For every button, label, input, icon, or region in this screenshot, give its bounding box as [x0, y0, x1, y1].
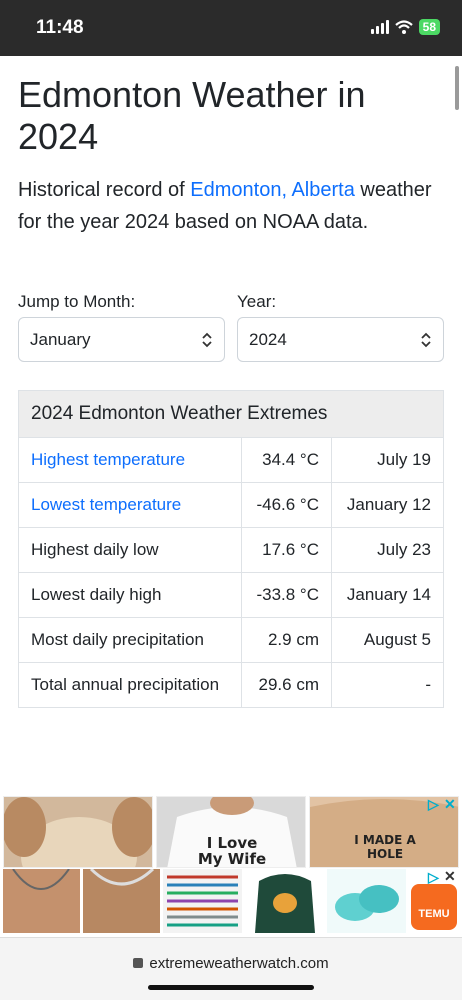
extreme-date: August 5 [363, 630, 431, 649]
extreme-date: January 14 [346, 585, 431, 604]
edmonton-alberta-link[interactable]: Edmonton, Alberta [190, 179, 355, 201]
wifi-icon [394, 20, 413, 34]
temu-logo[interactable]: TEMU [411, 884, 457, 930]
weather-extremes-table: 2024 Edmonton Weather Extremes Highest t… [18, 390, 444, 708]
battery-icon: 58 [418, 19, 440, 35]
status-time-overlay: 11:48 [36, 17, 84, 38]
ad-image-shapewear[interactable] [3, 796, 153, 868]
year-label: Year: [237, 292, 277, 311]
ad-image-chain[interactable] [83, 869, 160, 933]
extreme-date: January 12 [346, 495, 431, 514]
table-row: Lowest temperature -46.6 °C January 12 [19, 483, 443, 528]
ad-image-hoodie[interactable] [245, 869, 324, 933]
cellular-signal-icon [370, 20, 389, 34]
extreme-label: Highest daily low [19, 528, 242, 572]
extreme-label: Most daily precipitation [19, 618, 242, 662]
status-bar-overlay: 11:48 58 [0, 0, 462, 56]
browser-address-bar[interactable]: extremeweatherwatch.com [0, 937, 462, 1000]
page-title: Edmonton Weather in 2024 [18, 74, 366, 157]
ad-image-necklace[interactable] [3, 869, 80, 933]
table-row: Highest daily low 17.6 °C July 23 [19, 528, 443, 573]
table-row: Most daily precipitation 2.9 cm August 5 [19, 618, 443, 663]
scrollbar-thumb[interactable] [455, 66, 459, 110]
status-icons-overlay: 58 [370, 19, 440, 35]
extreme-date: July 19 [377, 450, 431, 469]
intro-text: Historical record of Edmonton, Alberta w… [18, 174, 438, 238]
extreme-label: Lowest daily high [19, 573, 242, 617]
month-select[interactable]: January [18, 317, 225, 362]
chevron-up-down-icon [202, 332, 212, 348]
ad-image-tshirt-love-wife[interactable]: I Love My Wife [156, 796, 306, 868]
extreme-date: - [425, 675, 431, 694]
table-row: Total annual precipitation 29.6 cm - [19, 663, 443, 707]
chevron-up-down-icon [421, 332, 431, 348]
ad-close-icon-2[interactable]: ✕ [444, 868, 456, 885]
table-caption: 2024 Edmonton Weather Extremes [19, 391, 443, 438]
ad-choices-icon-2[interactable]: ▷ [428, 869, 439, 886]
extreme-value: 34.4 °C [242, 438, 332, 482]
ad-image-slides[interactable] [327, 869, 406, 933]
table-row: Highest temperature 34.4 °C July 19 [19, 438, 443, 483]
ad-choices-icon[interactable]: ▷ [428, 796, 439, 813]
extreme-label[interactable]: Lowest temperature [19, 483, 242, 527]
url-display[interactable]: extremeweatherwatch.com [0, 955, 462, 972]
extreme-value: -33.8 °C [242, 573, 332, 617]
ad-image-bracelets[interactable] [163, 869, 242, 933]
ad-close-icon[interactable]: ✕ [444, 796, 456, 813]
temu-logo-text: TEMU [418, 908, 450, 920]
intro-prefix: Historical record of [18, 179, 191, 201]
ad-tee-text-2: I MADE A HOLE [354, 833, 416, 861]
extreme-value: 17.6 °C [242, 528, 332, 572]
year-select-value: 2024 [249, 330, 287, 349]
extreme-label: Total annual precipitation [19, 663, 242, 707]
home-indicator[interactable] [148, 985, 314, 990]
extreme-label[interactable]: Highest temperature [19, 438, 242, 482]
ad-tee-text: I Love My Wife [197, 834, 267, 868]
extreme-date: July 23 [377, 540, 431, 559]
extreme-value: 29.6 cm [242, 663, 332, 707]
year-select[interactable]: 2024 [237, 317, 444, 362]
lock-icon [133, 958, 144, 968]
url-text: extremeweatherwatch.com [149, 955, 329, 972]
month-select-value: January [30, 330, 91, 349]
table-body: Highest temperature 34.4 °C July 19 Lowest … [19, 438, 443, 707]
extreme-value: -46.6 °C [242, 483, 332, 527]
month-label: Jump to Month: [18, 292, 136, 311]
table-row: Lowest daily high -33.8 °C January 14 [19, 573, 443, 618]
extreme-value: 2.9 cm [242, 618, 332, 662]
ad-banner[interactable]: I Love My Wife I MADE A HOLE ▷ ✕ TEMU ▷ … [0, 796, 462, 936]
